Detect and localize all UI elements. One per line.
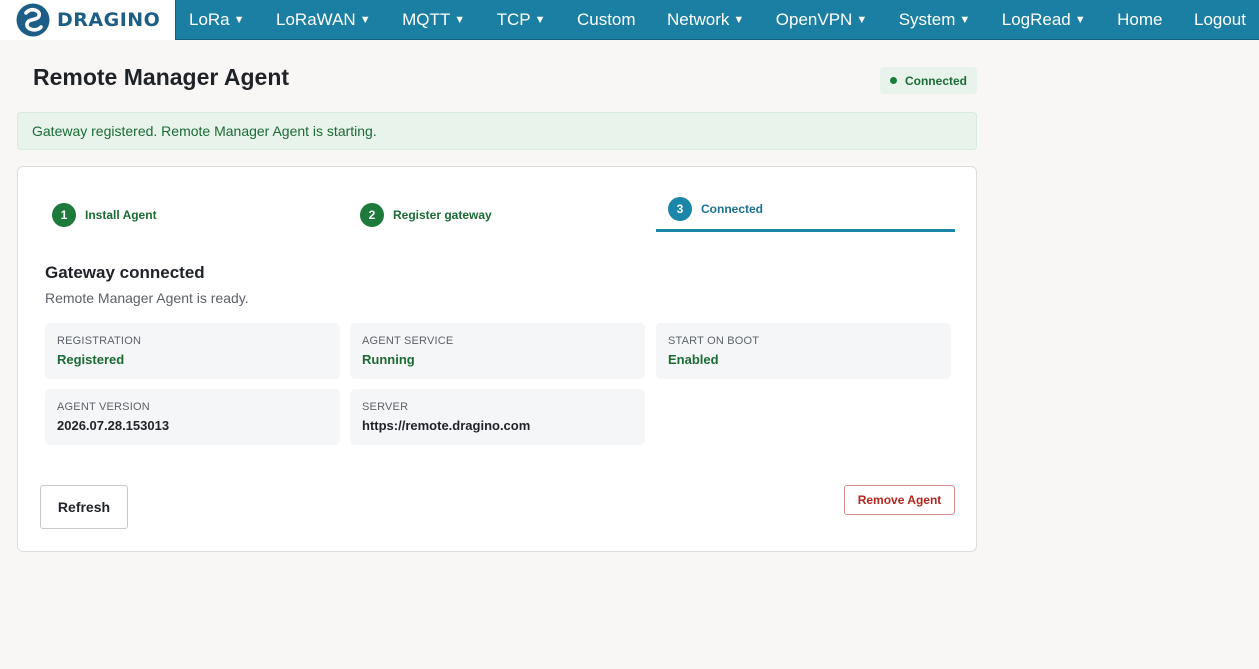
chevron-down-icon: ▼: [454, 13, 466, 26]
refresh-button[interactable]: Refresh: [40, 485, 128, 529]
page-title: Remote Manager Agent: [33, 64, 290, 90]
info-value: 2026.07.28.153013: [57, 418, 170, 433]
chevron-down-icon: ▼: [733, 13, 745, 26]
status-badge-label: Connected: [904, 73, 967, 88]
nav-item-label: Home: [1117, 9, 1163, 29]
step-register-gateway[interactable]: 2 Register gateway: [360, 197, 492, 233]
step-number: 1: [52, 203, 76, 227]
info-value: Enabled: [668, 352, 719, 367]
info-label: AGENT VERSION: [57, 401, 150, 413]
nav-item-network[interactable]: Network ▼: [667, 10, 744, 30]
nav-item-label: MQTT: [402, 9, 451, 29]
nav-item-label: LoRaWAN: [276, 9, 356, 29]
connection-status-badge: Connected: [880, 67, 977, 94]
status-dot-icon: [889, 77, 897, 84]
info-label: REGISTRATION: [57, 335, 142, 347]
status-title: Gateway connected: [45, 263, 205, 282]
info-value: https://remote.dragino.com: [362, 418, 531, 433]
nav-item-system[interactable]: System ▼: [899, 10, 971, 30]
active-step-indicator: [656, 229, 955, 232]
nav-item-label: TCP: [496, 9, 531, 29]
nav-item-label: LoRa: [189, 9, 230, 29]
nav-item-label: Custom: [576, 9, 636, 29]
chevron-down-icon: ▼: [959, 13, 971, 26]
step-label: Install Agent: [85, 208, 157, 222]
info-registration: REGISTRATION Registered: [45, 323, 340, 379]
info-agent-version: AGENT VERSION 2026.07.28.153013: [45, 389, 340, 445]
info-start-on-boot: START ON BOOT Enabled: [656, 323, 951, 379]
nav-item-lora[interactable]: LoRa ▼: [189, 10, 245, 30]
info-label: START ON BOOT: [668, 335, 760, 347]
step-number: 2: [360, 203, 384, 227]
nav-item-mqtt[interactable]: MQTT ▼: [402, 10, 465, 30]
nav-item-label: OpenVPN: [775, 9, 853, 29]
nav-item-label: Logout: [1193, 9, 1246, 29]
chevron-down-icon: ▼: [233, 13, 245, 26]
dragino-logo-icon: [16, 3, 50, 36]
alert-message: Gateway registered. Remote Manager Agent…: [32, 123, 377, 139]
chevron-down-icon: ▼: [1074, 13, 1086, 26]
step-number: 3: [668, 197, 692, 221]
info-agent-service: AGENT SERVICE Running: [350, 323, 645, 379]
step-label: Register gateway: [393, 208, 492, 222]
info-server: SERVER https://remote.dragino.com: [350, 389, 645, 445]
nav-menu: LoRa ▼ LoRaWAN ▼ MQTT ▼ TCP ▼ Custom Network…: [176, 0, 1259, 40]
step-label: Connected: [701, 202, 764, 216]
chevron-down-icon: ▼: [534, 13, 546, 26]
info-value: Registered: [57, 352, 125, 367]
nav-item-lorawan[interactable]: LoRaWAN ▼: [276, 10, 371, 30]
status-subtitle: Remote Manager Agent is ready.: [45, 290, 249, 306]
brand-name: DRAGINO: [57, 8, 161, 31]
step-connected[interactable]: 3 Connected: [668, 191, 763, 227]
nav-item-openvpn[interactable]: OpenVPN ▼: [776, 10, 867, 30]
info-value: Running: [362, 352, 415, 367]
nav-item-tcp[interactable]: TCP ▼: [497, 10, 546, 30]
remove-agent-button[interactable]: Remove Agent: [844, 485, 955, 515]
step-install-agent[interactable]: 1 Install Agent: [52, 197, 157, 233]
info-label: SERVER: [362, 401, 409, 413]
info-label: AGENT SERVICE: [362, 335, 454, 347]
top-navbar: DRAGINO LoRa ▼ LoRaWAN ▼ MQTT ▼ TCP ▼ Custom…: [0, 0, 1259, 40]
chevron-down-icon: ▼: [359, 13, 371, 26]
agent-card: 1 Install Agent 2 Register gateway 3 Con…: [17, 166, 977, 552]
nav-item-logout[interactable]: Logout: [1194, 10, 1246, 30]
nav-item-home[interactable]: Home: [1117, 10, 1162, 30]
nav-item-custom[interactable]: Custom: [577, 10, 636, 30]
nav-item-label: System: [898, 9, 956, 29]
success-alert: Gateway registered. Remote Manager Agent…: [17, 112, 977, 150]
brand-logo[interactable]: DRAGINO: [0, 0, 176, 40]
chevron-down-icon: ▼: [856, 13, 868, 26]
nav-item-label: Network: [667, 9, 730, 29]
nav-item-label: LogRead: [1001, 9, 1071, 29]
nav-item-logread[interactable]: LogRead ▼: [1002, 10, 1086, 30]
